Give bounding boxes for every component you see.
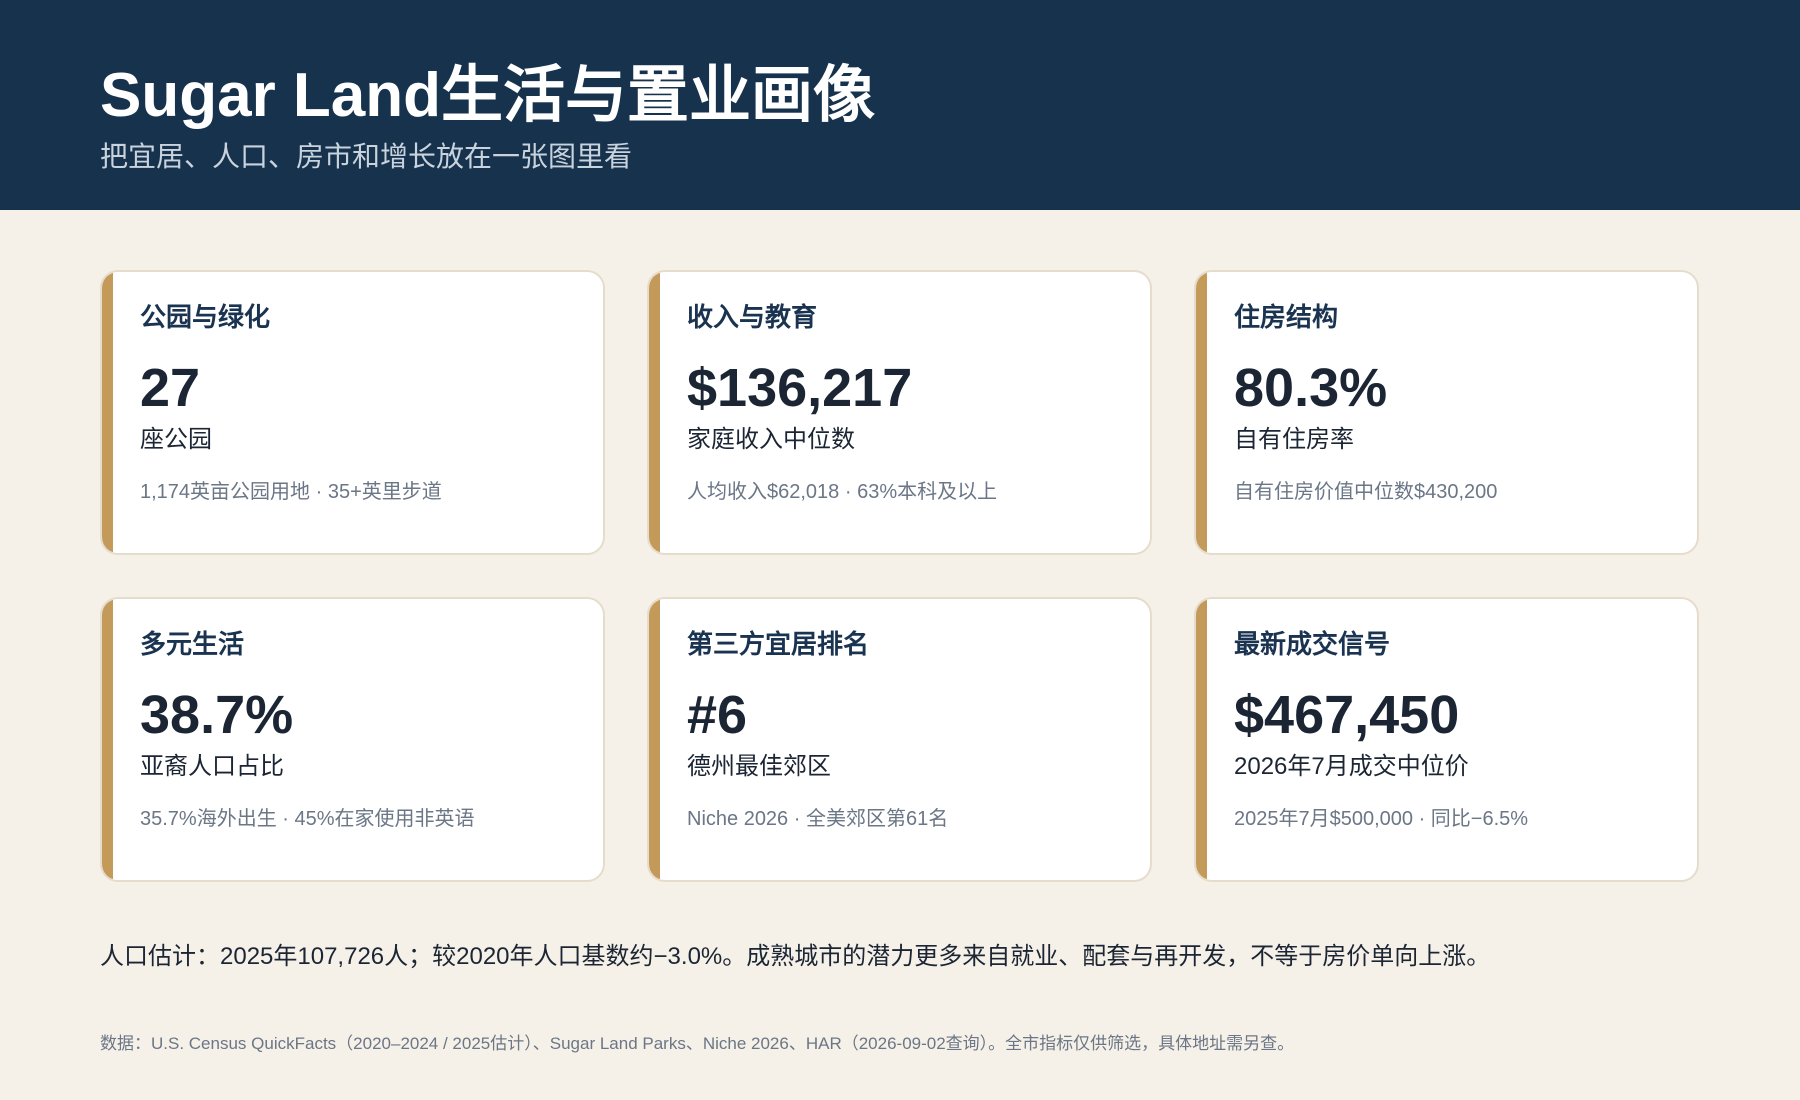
card-label: 家庭收入中位数: [687, 426, 855, 453]
card-note: 1,174英亩公园用地 · 35+英里步道: [140, 481, 442, 503]
card-value: 38.7%: [140, 685, 294, 745]
card-ranking: 第三方宜居排名 #6 德州最佳郊区 Niche 2026 · 全美郊区第61名: [647, 597, 1152, 882]
card-label: 座公园: [140, 426, 212, 453]
card-title: 收入与教育: [687, 302, 818, 332]
card-note: 人均收入$62,018 · 63%本科及以上: [687, 481, 998, 503]
card-housing: 住房结构 80.3% 自有住房率 自有住房价值中位数$430,200: [1194, 270, 1699, 555]
card-title: 住房结构: [1234, 302, 1339, 332]
card-parks: 公园与绿化 27 座公园 1,174英亩公园用地 · 35+英里步道: [100, 270, 605, 555]
card-income-education: 收入与教育 $136,217 家庭收入中位数 人均收入$62,018 · 63%…: [647, 270, 1152, 555]
card-title: 最新成交信号: [1234, 629, 1391, 659]
population-summary: 人口估计：2025年107,726人；较2020年人口基数约−3.0%。成熟城市…: [100, 943, 1491, 970]
card-note: 35.7%海外出生 · 45%在家使用非英语: [140, 808, 475, 830]
card-value: $467,450: [1234, 685, 1460, 745]
page-title: Sugar Land生活与置业画像: [100, 61, 876, 130]
card-latest-sales: 最新成交信号 $467,450 2026年7月成交中位价 2025年7月$500…: [1194, 597, 1699, 882]
card-value: #6: [687, 685, 748, 745]
card-value: 80.3%: [1234, 358, 1388, 418]
card-title: 多元生活: [140, 629, 245, 659]
card-note: Niche 2026 · 全美郊区第61名: [687, 808, 949, 830]
card-label: 德州最佳郊区: [687, 753, 831, 780]
data-source-note: 数据：U.S. Census QuickFacts（2020–2024 / 20…: [100, 1034, 1295, 1053]
page-subtitle: 把宜居、人口、房市和增长放在一张图里看: [100, 141, 633, 172]
card-note: 2025年7月$500,000 · 同比−6.5%: [1234, 808, 1529, 830]
card-note: 自有住房价值中位数$430,200: [1234, 481, 1498, 503]
card-title: 第三方宜居排名: [687, 629, 870, 659]
card-title: 公园与绿化: [140, 302, 271, 332]
page-header: Sugar Land生活与置业画像 把宜居、人口、房市和增长放在一张图里看: [0, 0, 1800, 210]
card-value: 27: [140, 358, 201, 418]
card-label: 2026年7月成交中位价: [1234, 753, 1469, 780]
card-diversity: 多元生活 38.7% 亚裔人口占比 35.7%海外出生 · 45%在家使用非英语: [100, 597, 605, 882]
card-value: $136,217: [687, 358, 913, 418]
card-label: 亚裔人口占比: [140, 753, 284, 780]
card-label: 自有住房率: [1234, 426, 1354, 453]
